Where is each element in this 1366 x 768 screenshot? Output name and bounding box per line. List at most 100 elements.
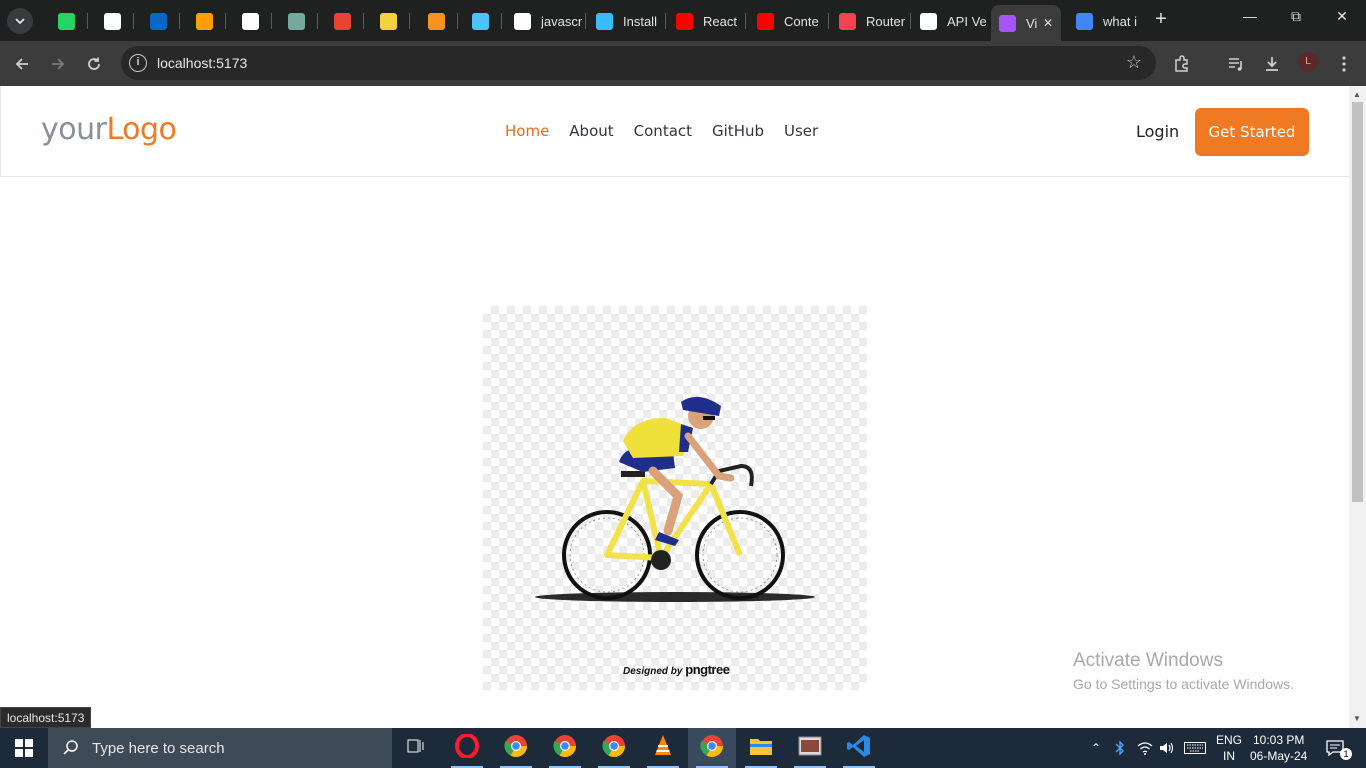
- reload-button[interactable]: [82, 52, 106, 76]
- nav-link-github[interactable]: GitHub: [712, 122, 764, 140]
- browser-tab[interactable]: [96, 6, 130, 36]
- browser-tab[interactable]: [234, 6, 268, 36]
- media-queue-icon: [1229, 58, 1242, 71]
- network-icon[interactable]: [1136, 728, 1154, 768]
- browser-tab[interactable]: Conte: [749, 6, 825, 36]
- browser-tab[interactable]: [372, 6, 406, 36]
- tab-separator: [409, 13, 410, 29]
- logo-text-part2: Logo: [106, 112, 177, 147]
- site-info-icon[interactable]: i: [129, 54, 147, 72]
- system-clock[interactable]: 10:03 PM 06-May-24: [1250, 732, 1307, 764]
- volume-icon[interactable]: [1158, 728, 1176, 768]
- nav-link-contact[interactable]: Contact: [634, 122, 692, 140]
- browser-tab[interactable]: [464, 6, 498, 36]
- extensions-button[interactable]: [1170, 52, 1194, 76]
- browser-tab[interactable]: what i: [1068, 6, 1140, 36]
- activate-windows-watermark: Activate Windows Go to Settings to activ…: [1073, 650, 1294, 692]
- task-view-icon: [407, 738, 425, 759]
- scroll-thumb[interactable]: [1352, 102, 1363, 502]
- taskbar-app[interactable]: [737, 728, 785, 768]
- language-indicator[interactable]: ENG IN: [1216, 732, 1242, 764]
- notification-center-icon[interactable]: 1: [1320, 728, 1352, 768]
- nav-link-about[interactable]: About: [569, 122, 613, 140]
- chrome-icon: [504, 734, 528, 763]
- browser-tab[interactable]: [420, 6, 454, 36]
- login-link[interactable]: Login: [1136, 122, 1179, 141]
- bookmark-star-icon[interactable]: ☆: [1126, 52, 1142, 73]
- chrome-icon: [602, 734, 626, 763]
- clock-time: 10:03 PM: [1252, 733, 1305, 747]
- taskbar-app[interactable]: [541, 728, 589, 768]
- tab-separator: [828, 13, 829, 29]
- tab-separator: [665, 13, 666, 29]
- windows-logo-icon: [15, 739, 33, 757]
- address-bar[interactable]: i localhost:5173 ☆: [121, 46, 1156, 80]
- nav-links: Home About Contact GitHub User: [505, 122, 818, 140]
- taskbar-app[interactable]: [639, 728, 687, 768]
- taskbar-search-box[interactable]: Type here to search: [48, 728, 392, 768]
- tray-overflow-icon[interactable]: ⌃: [1088, 728, 1104, 768]
- forward-button[interactable]: [46, 52, 70, 76]
- taskbar-app[interactable]: [392, 728, 440, 768]
- browser-tab[interactable]: API Ve: [912, 6, 986, 36]
- github-icon: [920, 12, 937, 30]
- taskbar-app[interactable]: [786, 728, 834, 768]
- site-logo[interactable]: yourLogo: [41, 112, 177, 147]
- start-button[interactable]: [0, 728, 48, 768]
- browser-tab-label: React: [703, 13, 737, 29]
- page-scrollbar[interactable]: ▲ ▼: [1349, 86, 1366, 728]
- get-started-button[interactable]: Get Started: [1195, 108, 1309, 156]
- scroll-down-icon[interactable]: ▼: [1353, 714, 1361, 723]
- bluetooth-icon[interactable]: [1112, 728, 1128, 768]
- tab-separator: [271, 13, 272, 29]
- profile-avatar[interactable]: L: [1298, 52, 1318, 72]
- restore-button[interactable]: ⧉: [1276, 8, 1316, 32]
- credit-prefix: Designed by: [623, 666, 683, 677]
- tab-separator: [457, 13, 458, 29]
- extension-icon: [380, 12, 397, 30]
- taskbar-app[interactable]: [590, 728, 638, 768]
- language-code: ENG: [1216, 733, 1243, 747]
- media-control-button[interactable]: [1224, 52, 1248, 76]
- browser-tab[interactable]: [142, 6, 176, 36]
- browser-tab[interactable]: [188, 6, 222, 36]
- github-icon: [514, 12, 531, 30]
- firebase-icon: [196, 12, 213, 30]
- scroll-up-icon[interactable]: ▲: [1353, 90, 1361, 99]
- taskbar-app[interactable]: [443, 728, 491, 768]
- taskbar-app[interactable]: [835, 728, 883, 768]
- new-tab-button[interactable]: +: [1150, 9, 1172, 31]
- browser-tab[interactable]: [50, 6, 84, 36]
- nav-link-home[interactable]: Home: [505, 122, 549, 140]
- chrome-icon: [553, 734, 577, 763]
- tailwind-icon: [596, 12, 613, 30]
- taskbar-app[interactable]: [688, 728, 736, 768]
- logo-text-part1: your: [41, 112, 107, 147]
- taskbar-app[interactable]: [492, 728, 540, 768]
- cyclist-illustration: [535, 396, 815, 602]
- tab-separator: [910, 13, 911, 29]
- menu-button[interactable]: [1332, 52, 1356, 76]
- close-tab-icon[interactable]: ✕: [1043, 16, 1053, 30]
- browser-tab[interactable]: Install: [588, 6, 662, 36]
- youtube-icon: [757, 12, 774, 30]
- tab-search-button[interactable]: [7, 8, 33, 34]
- keyboard-icon[interactable]: [1182, 728, 1208, 768]
- minimize-button[interactable]: —: [1230, 8, 1270, 32]
- downloads-button[interactable]: [1260, 52, 1284, 76]
- browser-tab[interactable]: javascr: [506, 6, 582, 36]
- browser-tab[interactable]: Vi ✕: [991, 5, 1061, 41]
- browser-tab[interactable]: [280, 6, 314, 36]
- browser-tab-label: Install: [623, 13, 657, 29]
- back-button[interactable]: [10, 52, 34, 76]
- browser-tab[interactable]: Router: [831, 6, 907, 36]
- clock-date: 06-May-24: [1250, 749, 1308, 763]
- close-window-button[interactable]: ✕: [1322, 8, 1362, 32]
- browser-tab[interactable]: React: [668, 6, 742, 36]
- tab-separator: [363, 13, 364, 29]
- browser-toolbar: i localhost:5173 ☆: [0, 41, 1366, 86]
- browser-tab[interactable]: [326, 6, 360, 36]
- linkedin-icon: [150, 12, 167, 30]
- vscode-icon: [847, 734, 871, 763]
- nav-link-user[interactable]: User: [784, 122, 818, 140]
